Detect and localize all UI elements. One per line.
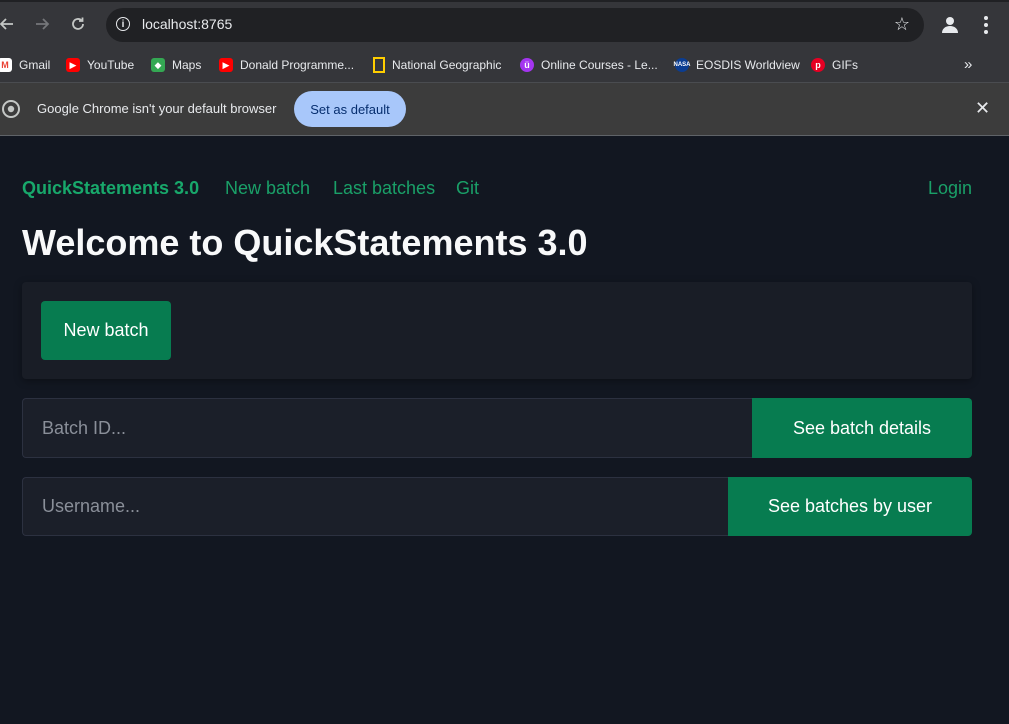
nav-last-batches[interactable]: Last batches: [333, 178, 435, 199]
bookmark-national-geographic[interactable]: National Geographic: [373, 55, 501, 75]
nav-git[interactable]: Git: [456, 178, 479, 199]
tab-strip-edge: [0, 0, 1009, 2]
address-bar[interactable]: i localhost:8765 ☆: [106, 8, 924, 42]
bookmark-label: Maps: [172, 58, 202, 72]
new-batch-button[interactable]: New batch: [41, 301, 171, 360]
gmail-icon: M: [0, 58, 12, 72]
bookmark-label: EOSDIS Worldview: [696, 58, 800, 72]
bookmark-label: Gmail: [19, 58, 51, 72]
infobar-message: Google Chrome isn't your default browser: [37, 101, 277, 116]
site-info-icon[interactable]: i: [116, 17, 130, 31]
youtube-icon: ▶: [219, 58, 233, 72]
profile-icon[interactable]: [938, 13, 962, 37]
set-as-default-button[interactable]: Set as default: [294, 91, 406, 127]
bookmark-online-courses[interactable]: ü Online Courses - Le...: [520, 55, 658, 75]
nasa-icon: NASA: [674, 58, 691, 72]
natgeo-icon: [373, 57, 385, 73]
forward-arrow-icon[interactable]: [29, 11, 55, 37]
reload-icon[interactable]: [65, 11, 91, 37]
bookmark-label: YouTube: [87, 58, 135, 72]
nav-new-batch[interactable]: New batch: [225, 178, 310, 199]
navbar: QuickStatements 3.0 New batch Last batch…: [22, 178, 972, 202]
batch-id-group: See batch details: [22, 398, 972, 458]
see-batches-by-user-button[interactable]: See batches by user: [728, 477, 972, 536]
close-icon[interactable]: ✕: [975, 98, 990, 119]
bookmark-label: GIFs: [832, 58, 858, 72]
page-title: Welcome to QuickStatements 3.0: [22, 222, 588, 263]
login-link[interactable]: Login: [928, 178, 972, 199]
new-batch-card: New batch: [22, 282, 972, 379]
url-text[interactable]: localhost:8765: [142, 16, 232, 32]
bookmark-donald-programme[interactable]: ▶ Donald Programme...: [219, 55, 354, 75]
pinterest-icon: p: [811, 58, 825, 72]
maps-icon: ◆: [151, 58, 165, 72]
back-arrow-icon[interactable]: [0, 11, 20, 37]
bookmark-eosdis-worldview[interactable]: NASA EOSDIS Worldview: [674, 55, 800, 75]
username-group: See batches by user: [22, 477, 972, 536]
bookmark-youtube[interactable]: ▶ YouTube: [66, 55, 134, 75]
batch-id-input[interactable]: [22, 398, 752, 458]
bookmark-maps[interactable]: ◆ Maps: [151, 55, 201, 75]
bookmark-label: Online Courses - Le...: [541, 58, 658, 72]
page-content: QuickStatements 3.0 New batch Last batch…: [0, 136, 1009, 724]
udemy-icon: ü: [520, 58, 534, 72]
browser-toolbar: i localhost:8765 ☆: [0, 0, 1009, 48]
more-menu-icon[interactable]: [976, 13, 996, 37]
more-bookmarks-chevron-icon[interactable]: »: [964, 56, 972, 73]
see-batch-details-button[interactable]: See batch details: [752, 398, 972, 458]
youtube-icon: ▶: [66, 58, 80, 72]
bookmark-gmail[interactable]: M Gmail: [0, 55, 50, 75]
brand-link[interactable]: QuickStatements 3.0: [22, 178, 199, 199]
username-input[interactable]: [22, 477, 728, 536]
default-browser-infobar: Google Chrome isn't your default browser…: [0, 83, 1009, 136]
bookmarks-bar: M Gmail ▶ YouTube ◆ Maps ▶ Donald Progra…: [0, 48, 1009, 83]
bookmark-star-icon[interactable]: ☆: [894, 14, 910, 35]
bookmark-label: Donald Programme...: [240, 58, 355, 72]
bookmark-gifs[interactable]: p GIFs: [811, 55, 858, 75]
bookmark-label: National Geographic: [392, 58, 502, 72]
chrome-logo-icon: [2, 100, 20, 118]
